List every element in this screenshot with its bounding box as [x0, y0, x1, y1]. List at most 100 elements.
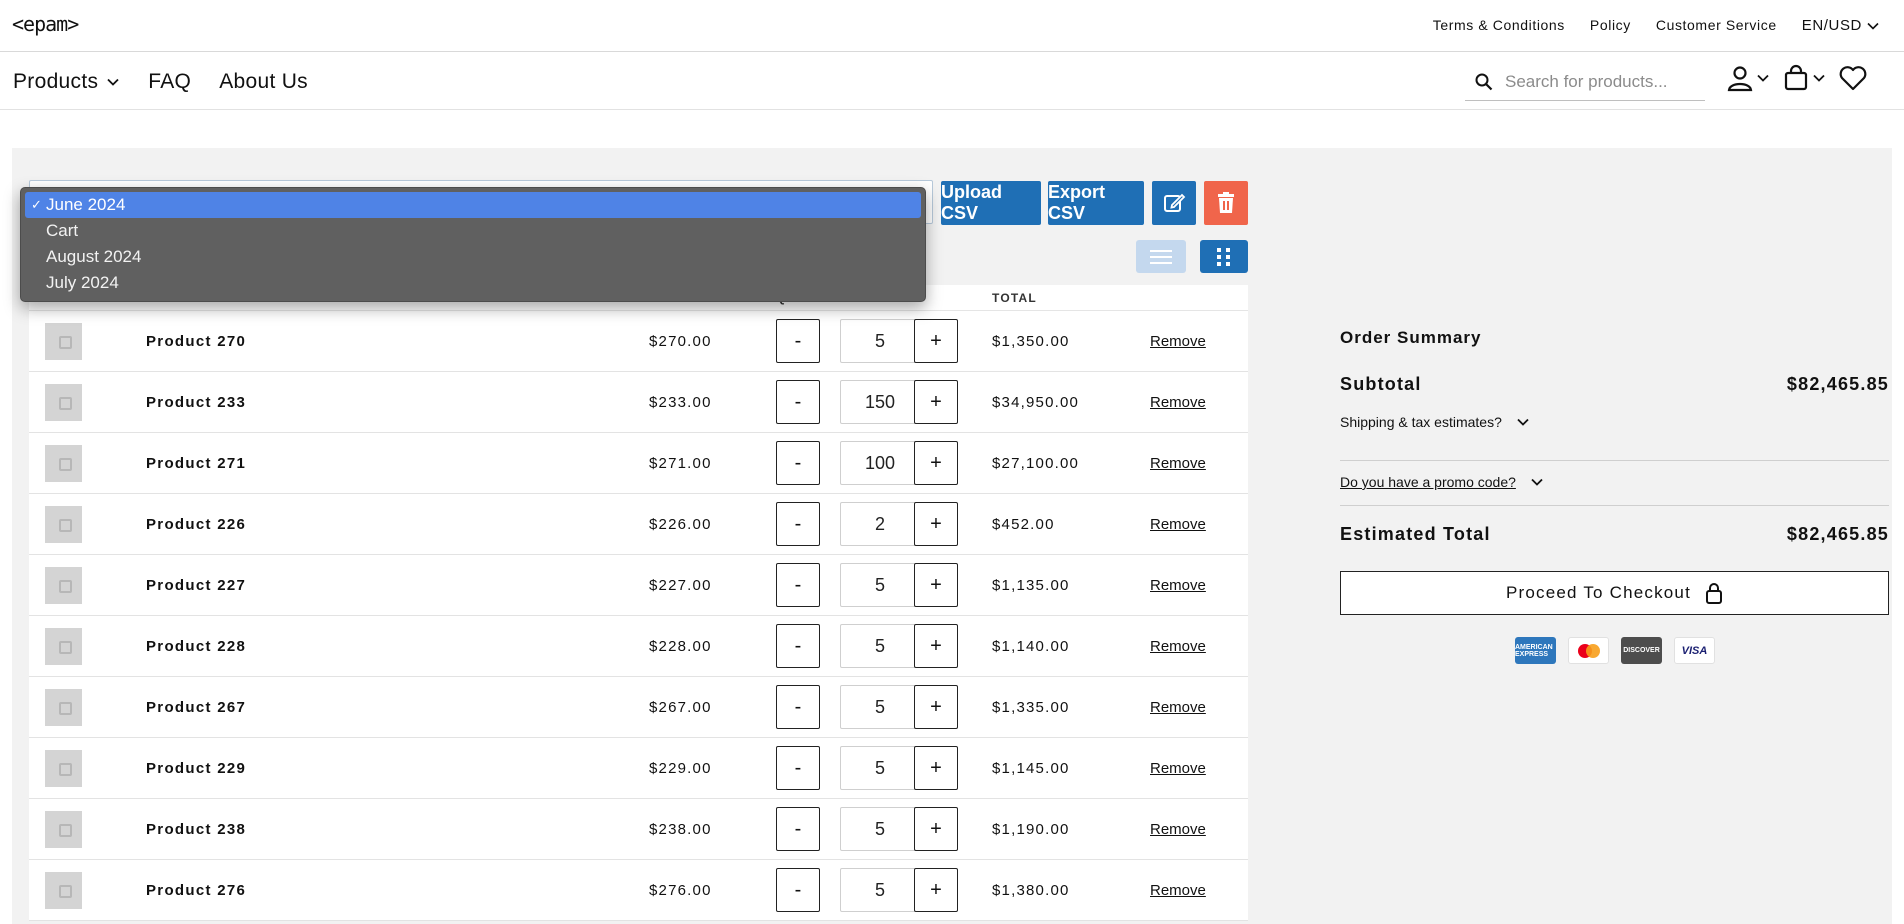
- product-image[interactable]: [45, 567, 82, 604]
- terms-link[interactable]: Terms & Conditions: [1433, 17, 1565, 34]
- product-price: $271.00: [649, 455, 712, 472]
- remove-link[interactable]: Remove: [1150, 638, 1206, 655]
- increase-quantity-button[interactable]: +: [914, 807, 958, 851]
- remove-link[interactable]: Remove: [1150, 760, 1206, 777]
- locale-selector[interactable]: EN/USD: [1802, 17, 1880, 34]
- remove-link[interactable]: Remove: [1150, 394, 1206, 411]
- product-name[interactable]: Product 276: [146, 882, 246, 899]
- increase-quantity-button[interactable]: +: [914, 502, 958, 546]
- decrease-quantity-button[interactable]: -: [776, 563, 820, 607]
- product-name[interactable]: Product 271: [146, 455, 246, 472]
- product-price: $276.00: [649, 882, 712, 899]
- product-name[interactable]: Product 270: [146, 333, 246, 350]
- remove-link[interactable]: Remove: [1150, 516, 1206, 533]
- product-image[interactable]: [45, 323, 82, 360]
- increase-quantity-button[interactable]: +: [914, 441, 958, 485]
- dropdown-option[interactable]: ✓ June 2024: [25, 192, 921, 218]
- increase-quantity-button[interactable]: +: [914, 746, 958, 790]
- nav-products-label: Products: [13, 70, 99, 93]
- promo-code-toggle[interactable]: Do you have a promo code?: [1340, 474, 1544, 490]
- wishlist-button[interactable]: [1838, 64, 1868, 92]
- quantity-input[interactable]: [840, 746, 920, 790]
- product-price: $227.00: [649, 577, 712, 594]
- decrease-quantity-button[interactable]: -: [776, 807, 820, 851]
- customer-service-link[interactable]: Customer Service: [1656, 17, 1777, 34]
- product-name[interactable]: Product 233: [146, 394, 246, 411]
- policy-link[interactable]: Policy: [1590, 17, 1631, 34]
- list-view-toggle[interactable]: [1136, 240, 1186, 273]
- remove-link[interactable]: Remove: [1150, 455, 1206, 472]
- remove-link[interactable]: Remove: [1150, 882, 1206, 899]
- remove-link[interactable]: Remove: [1150, 699, 1206, 716]
- dropdown-option[interactable]: July 2024: [25, 270, 921, 296]
- product-image[interactable]: [45, 872, 82, 909]
- nav-about-us[interactable]: About Us: [219, 70, 308, 94]
- account-menu[interactable]: [1726, 64, 1772, 92]
- product-image[interactable]: [45, 689, 82, 726]
- locale-label: EN/USD: [1801, 17, 1862, 34]
- table-row: Product 267 $267.00 - + $1,335.00 Remove: [29, 677, 1248, 738]
- increase-quantity-button[interactable]: +: [914, 319, 958, 363]
- edit-cart-button[interactable]: [1152, 181, 1196, 225]
- main-nav: Products FAQ About Us: [0, 52, 1904, 110]
- product-name[interactable]: Product 229: [146, 760, 246, 777]
- quantity-input[interactable]: [840, 319, 920, 363]
- product-image[interactable]: [45, 384, 82, 421]
- increase-quantity-button[interactable]: +: [914, 380, 958, 424]
- increase-quantity-button[interactable]: +: [914, 563, 958, 607]
- decrease-quantity-button[interactable]: -: [776, 746, 820, 790]
- dropdown-option[interactable]: August 2024: [25, 244, 921, 270]
- visa-card-icon: VISA: [1674, 637, 1715, 664]
- line-total: $1,145.00: [992, 760, 1070, 777]
- quantity-input[interactable]: [840, 624, 920, 668]
- epam-logo[interactable]: <epam>: [12, 12, 79, 36]
- product-image[interactable]: [45, 750, 82, 787]
- nav-faq[interactable]: FAQ: [148, 70, 191, 94]
- product-image[interactable]: [45, 628, 82, 665]
- product-name[interactable]: Product 228: [146, 638, 246, 655]
- line-total: $1,335.00: [992, 699, 1070, 716]
- product-name[interactable]: Product 267: [146, 699, 246, 716]
- decrease-quantity-button[interactable]: -: [776, 685, 820, 729]
- decrease-quantity-button[interactable]: -: [776, 380, 820, 424]
- dropdown-option[interactable]: Cart: [25, 218, 921, 244]
- proceed-to-checkout-button[interactable]: Proceed To Checkout: [1340, 571, 1889, 615]
- decrease-quantity-button[interactable]: -: [776, 624, 820, 668]
- product-image[interactable]: [45, 445, 82, 482]
- remove-link[interactable]: Remove: [1150, 577, 1206, 594]
- shipping-estimates-toggle[interactable]: Shipping & tax estimates?: [1340, 414, 1530, 430]
- increase-quantity-button[interactable]: +: [914, 685, 958, 729]
- decrease-quantity-button[interactable]: -: [776, 441, 820, 485]
- cart-menu[interactable]: [1782, 64, 1828, 92]
- increase-quantity-button[interactable]: +: [914, 624, 958, 668]
- quantity-input[interactable]: [840, 502, 920, 546]
- product-image[interactable]: [45, 506, 82, 543]
- remove-link[interactable]: Remove: [1150, 333, 1206, 350]
- decrease-quantity-button[interactable]: -: [776, 868, 820, 912]
- search-input[interactable]: [1505, 71, 1695, 92]
- product-image[interactable]: [45, 811, 82, 848]
- table-row: Product 228 $228.00 - + $1,140.00 Remove: [29, 616, 1248, 677]
- top-bar: <epam> Terms & Conditions Policy Custome…: [0, 0, 1904, 52]
- product-name[interactable]: Product 226: [146, 516, 246, 533]
- grid-view-toggle[interactable]: [1200, 240, 1248, 273]
- quantity-input[interactable]: [840, 868, 920, 912]
- product-name[interactable]: Product 238: [146, 821, 246, 838]
- decrease-quantity-button[interactable]: -: [776, 319, 820, 363]
- export-csv-button[interactable]: Export CSV: [1048, 181, 1144, 225]
- quantity-input[interactable]: [840, 807, 920, 851]
- upload-csv-button[interactable]: Upload CSV: [941, 181, 1041, 225]
- increase-quantity-button[interactable]: +: [914, 868, 958, 912]
- quantity-input[interactable]: [840, 685, 920, 729]
- top-links: Terms & Conditions Policy Customer Servi…: [1433, 17, 1880, 34]
- search-icon[interactable]: [1475, 73, 1493, 91]
- quantity-input[interactable]: [840, 380, 920, 424]
- delete-cart-button[interactable]: [1204, 181, 1248, 225]
- remove-link[interactable]: Remove: [1150, 821, 1206, 838]
- product-name[interactable]: Product 227: [146, 577, 246, 594]
- quantity-input[interactable]: [840, 563, 920, 607]
- nav-products[interactable]: Products: [13, 70, 120, 94]
- decrease-quantity-button[interactable]: -: [776, 502, 820, 546]
- table-row: Product 226 $226.00 - + $452.00 Remove: [29, 494, 1248, 555]
- quantity-input[interactable]: [840, 441, 920, 485]
